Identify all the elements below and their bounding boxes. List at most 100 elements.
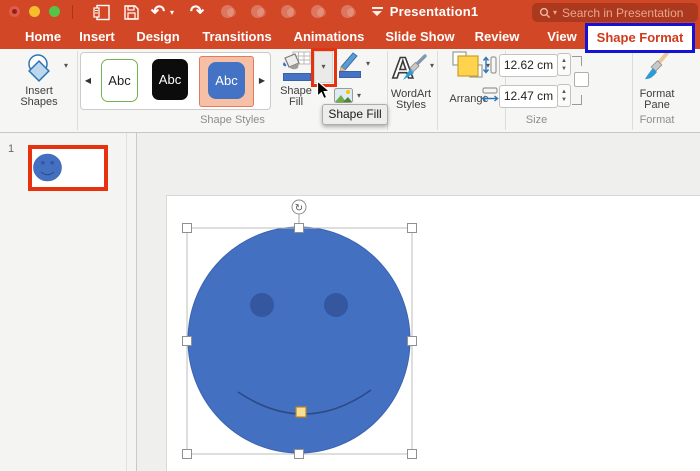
panel-divider [126, 133, 127, 471]
caret-down-icon: ▾ [366, 59, 371, 68]
thumbnail-label: Abc [215, 73, 238, 88]
gallery-next-button[interactable]: ▶ [254, 52, 270, 108]
insert-shapes-button[interactable]: ▾ Insert Shapes [8, 50, 70, 130]
resize-handle-bottom-middle[interactable] [294, 449, 304, 459]
undo-button[interactable]: ↶ [149, 2, 167, 21]
shape-fill-tooltip: Shape Fill [322, 104, 388, 125]
picture-effects-icon [334, 88, 353, 103]
shape-effects-button[interactable] [334, 88, 354, 104]
close-button[interactable] [9, 6, 20, 17]
resize-handle-bottom-right[interactable] [407, 449, 417, 459]
tab-view[interactable]: View [547, 24, 576, 49]
tab-review[interactable]: Review [475, 24, 520, 49]
shape-width-icon [481, 87, 499, 102]
window-title: Presentation1 [389, 4, 479, 19]
disabled-toolbar-icon [251, 5, 266, 18]
tab-insert[interactable]: Insert [79, 24, 114, 49]
redo-icon: ↷ [189, 2, 205, 21]
resize-handle-top-right[interactable] [407, 223, 417, 233]
smiley-left-eye [250, 293, 274, 317]
undo-dropdown[interactable]: ▾ [170, 8, 174, 17]
insert-shapes-label-2: Shapes [20, 96, 58, 108]
thumbnail-label: Abc [108, 73, 131, 88]
wordart-label-2: Styles [396, 99, 426, 111]
resize-handle-middle-right[interactable] [407, 336, 417, 346]
stepper-up-icon: ▲ [561, 88, 567, 95]
fill-color-swatch [283, 73, 311, 81]
resize-handle-top-left[interactable] [182, 223, 192, 233]
tab-home[interactable]: Home [25, 24, 61, 49]
new-presentation-button[interactable] [92, 3, 112, 21]
wordart-styles-button[interactable]: A ▾ WordArt Styles [386, 50, 436, 130]
stepper-up-icon: ▲ [561, 57, 567, 64]
group-divider [632, 51, 633, 130]
stepper-down-icon: ▼ [561, 65, 567, 72]
shape-fill-label-2: Fill [288, 96, 304, 108]
resize-handle-top-middle[interactable] [294, 223, 304, 233]
gallery-prev-button[interactable]: ◀ [80, 52, 96, 108]
smiley-face-shape[interactable] [187, 226, 411, 454]
minimize-button[interactable] [29, 6, 40, 17]
thumbnail-label: Abc [158, 72, 182, 87]
search-scope-caret-icon: ▾ [553, 8, 558, 17]
aspect-bracket-bottom-icon [572, 95, 582, 105]
shape-adjust-handle[interactable] [295, 406, 307, 418]
format-group-label: Format [639, 114, 675, 126]
caret-down-icon: ▾ [357, 91, 362, 100]
shape-height-stepper[interactable]: ▲ ▼ [557, 53, 571, 76]
paintbrush-icon [645, 50, 670, 80]
disabled-toolbar-icon [281, 5, 296, 18]
tab-animations[interactable]: Animations [294, 24, 365, 49]
shape-width-stepper[interactable]: ▲ ▼ [557, 84, 571, 107]
resize-handle-bottom-left[interactable] [182, 449, 192, 459]
arrow-right-icon: ▶ [258, 75, 266, 85]
caret-down-icon: ▾ [170, 8, 175, 17]
tab-design[interactable]: Design [136, 24, 179, 49]
shape-outline-button[interactable] [337, 50, 363, 80]
shape-effects-dropdown[interactable]: ▾ [357, 92, 361, 100]
search-input[interactable]: ▾ Search in Presentation [532, 3, 698, 22]
aspect-bracket-top-icon [572, 56, 582, 66]
caret-down-icon: ▾ [64, 61, 69, 70]
disabled-toolbar-icon [311, 5, 326, 18]
group-divider [437, 51, 438, 130]
shape-outline-dropdown[interactable]: ▾ [366, 60, 370, 68]
slide-1-thumbnail[interactable] [32, 149, 104, 187]
shape-width-input[interactable]: 12.47 cm [499, 85, 558, 108]
annotation-red-box-slide-thumbnail [28, 145, 108, 191]
zoom-button[interactable] [49, 6, 60, 17]
tab-transitions[interactable]: Transitions [202, 24, 271, 49]
outline-color-swatch [339, 71, 361, 78]
mouse-cursor [316, 80, 331, 100]
tab-shape-format-with-blue-annotation[interactable]: Shape Format [585, 23, 695, 53]
powerpoint-window: ↶ ▾ ↷ Presentation1 ▾ Search in Presenta… [0, 0, 700, 471]
save-button[interactable] [121, 3, 141, 21]
shape-style-thumbnail-3-selected[interactable]: Abc [208, 62, 245, 99]
format-pane-label-2: Pane [644, 99, 670, 111]
slide-editing-layer: ↻ [182, 199, 417, 459]
wordart-icon: A [391, 51, 427, 85]
document-icon [93, 4, 110, 20]
paint-bucket-icon [283, 51, 311, 70]
caret-down-icon: ▾ [430, 61, 435, 70]
resize-handle-middle-left[interactable] [182, 336, 192, 346]
shape-fill-button[interactable]: Shape Fill [279, 50, 313, 110]
shape-style-thumbnail-1[interactable]: Abc [101, 59, 138, 102]
lock-aspect-ratio-checkbox[interactable] [574, 72, 589, 87]
arrow-left-icon: ◀ [84, 75, 92, 85]
search-placeholder: Search in Presentation [562, 5, 684, 20]
shape-height-icon [482, 56, 497, 74]
undo-icon: ↶ [150, 2, 166, 21]
redo-button[interactable]: ↷ [188, 2, 206, 21]
titlebar-separator [72, 5, 73, 19]
slide-number: 1 [7, 143, 15, 155]
shape-style-thumbnail-2[interactable]: Abc [152, 59, 188, 100]
arrange-icon [452, 51, 483, 78]
smiley-right-eye [324, 293, 348, 317]
tab-slide-show[interactable]: Slide Show [385, 24, 454, 49]
disabled-toolbar-icon [221, 5, 236, 18]
shapes-icon [28, 54, 50, 82]
size-group-label: Size [525, 114, 548, 126]
disabled-toolbar-icon [341, 5, 356, 18]
shape-height-input[interactable]: 12.62 cm [499, 54, 558, 77]
